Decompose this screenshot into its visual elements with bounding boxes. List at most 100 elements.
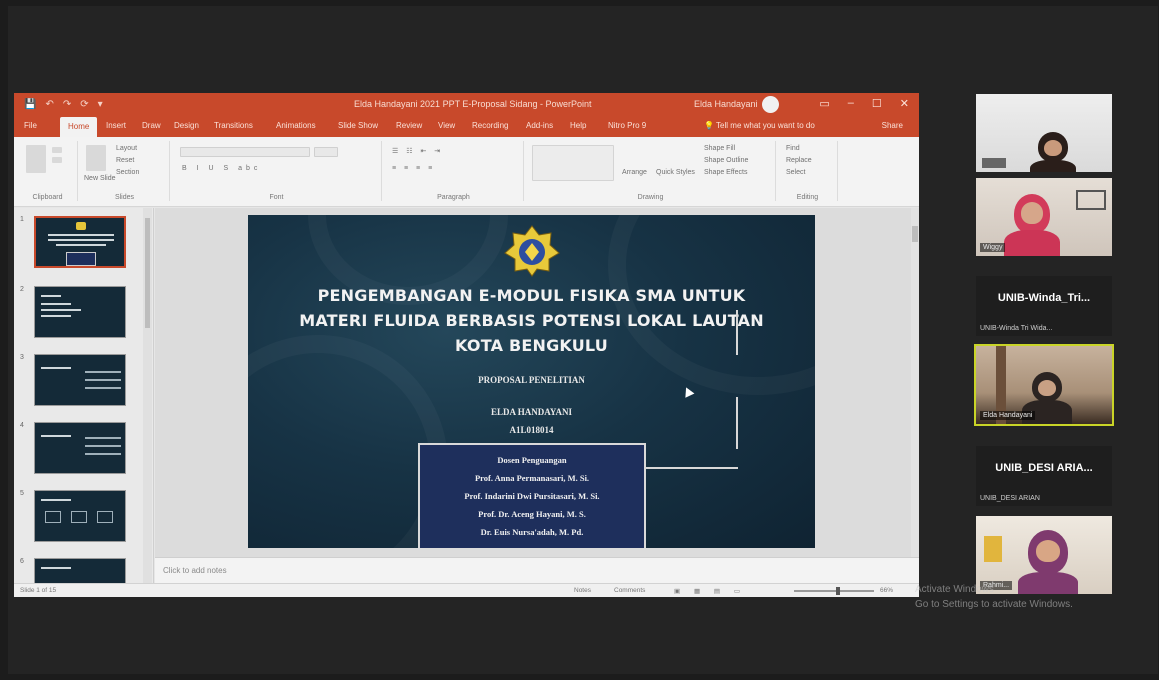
user-name[interactable]: Elda Handayani <box>694 99 758 109</box>
notes-button[interactable]: Notes <box>574 587 591 594</box>
undo-icon[interactable]: ↶ <box>45 99 53 110</box>
slide-scrollbar[interactable] <box>911 208 919 557</box>
section-button[interactable]: Section <box>116 169 139 176</box>
zoom-level[interactable]: 66% <box>880 587 893 594</box>
redo-icon[interactable]: ↷ <box>63 99 71 110</box>
replace-button[interactable]: Replace <box>786 157 812 164</box>
group-label-clipboard: Clipboard <box>32 194 63 201</box>
advisor-1: Prof. Anna Permanasari, M. Si. <box>474 473 590 483</box>
tab-design[interactable]: Design <box>174 121 199 130</box>
notes-placeholder: Click to add notes <box>163 566 227 575</box>
copy-icon[interactable] <box>52 157 62 163</box>
watermark-line-2: Go to Settings to activate Windows. <box>915 599 1073 610</box>
save-icon[interactable]: 💾 <box>24 99 36 110</box>
select-button[interactable]: Select <box>786 169 805 176</box>
tell-me-search[interactable]: 💡 Tell me what you want to do <box>704 121 815 130</box>
find-button[interactable]: Find <box>786 145 800 152</box>
view-buttons[interactable]: ▣ ▦ ▤ ▭ <box>674 587 746 595</box>
participant-tile-winda[interactable]: UNIB-Winda_Tri... UNIB-Winda Tri Wida... <box>976 276 1112 336</box>
mouse-cursor-icon <box>681 385 695 398</box>
tab-add-ins[interactable]: Add-ins <box>526 121 553 130</box>
slide-subtitle: PROPOSAL PENELITIAN <box>478 375 585 385</box>
watermark-line-1: Activate Windows <box>915 584 994 595</box>
user-avatar[interactable] <box>762 96 779 113</box>
font-name-select[interactable] <box>180 147 310 157</box>
font-format-buttons[interactable]: B I U S abc <box>182 165 261 172</box>
participant-name: Wiggy <box>980 243 1006 252</box>
window-controls: ▭ – ☐ ✕ <box>819 97 909 110</box>
shapes-gallery[interactable] <box>532 145 614 181</box>
advisors-box: Dosen Penguangan Prof. Anna Permanasari,… <box>418 443 646 548</box>
layout-button[interactable]: Layout <box>116 145 137 152</box>
share-button[interactable]: Share <box>882 121 903 130</box>
minimize-icon[interactable]: – <box>848 97 854 110</box>
group-label-slides: Slides <box>114 194 135 201</box>
participant-video-2[interactable]: Wiggy <box>976 178 1112 256</box>
tab-view[interactable]: View <box>438 121 455 130</box>
maximize-icon[interactable]: ☐ <box>872 97 882 110</box>
tab-help[interactable]: Help <box>570 121 586 130</box>
slide-author: ELDA HANDAYANI <box>490 407 573 417</box>
shape-effects-button[interactable]: Shape Effects <box>704 169 747 176</box>
thumb-number: 3 <box>20 354 24 361</box>
participant-display-name: UNIB_DESI ARIA... <box>995 462 1093 474</box>
align-buttons[interactable]: ≡ ≡ ≡ ≡ <box>392 165 435 172</box>
participant-name: Elda Handayani <box>980 411 1036 420</box>
thumbnails-scrollbar[interactable] <box>143 208 152 583</box>
tab-insert[interactable]: Insert <box>106 121 126 130</box>
participant-video-elda[interactable]: Elda Handayani <box>974 344 1114 426</box>
repeat-icon[interactable]: ⟳ <box>80 99 88 110</box>
ribbon-display-icon[interactable]: ▭ <box>819 97 829 110</box>
thumb-number: 4 <box>20 422 24 429</box>
customize-toolbar-icon[interactable]: ▾ <box>98 99 103 110</box>
slide-counter: Slide 1 of 15 <box>20 587 57 594</box>
tab-nitro[interactable]: Nitro Pro 9 <box>608 121 646 130</box>
thumb-number: 6 <box>20 558 24 565</box>
decor-line <box>736 310 738 355</box>
notes-pane[interactable]: Click to add notes <box>155 557 919 583</box>
comments-button[interactable]: Comments <box>614 587 645 594</box>
tab-draw[interactable]: Draw <box>142 121 161 130</box>
ribbon-group-clipboard: Clipboard <box>18 141 78 201</box>
slide-title: PENGEMBANGAN E-MODUL FISIKA SMA UNTUK MA… <box>299 286 764 355</box>
zoom-slider-knob[interactable] <box>836 587 840 595</box>
tab-animations[interactable]: Animations <box>276 121 316 130</box>
thumbnail-image <box>34 490 126 542</box>
font-size-select[interactable] <box>314 147 338 157</box>
powerpoint-window: 💾 ↶ ↷ ⟳ ▾ Elda Handayani 2021 PPT E-Prop… <box>14 93 919 597</box>
shape-outline-button[interactable]: Shape Outline <box>704 157 748 164</box>
new-slide-label[interactable]: New Slide <box>84 175 116 182</box>
tab-file[interactable]: File <box>24 121 37 130</box>
participant-display-name: UNIB-Winda_Tri... <box>997 292 1091 304</box>
paste-icon[interactable] <box>26 145 46 173</box>
shape-fill-button[interactable]: Shape Fill <box>704 145 735 152</box>
group-label-font: Font <box>269 194 284 201</box>
arrange-button[interactable]: Arrange <box>622 169 647 176</box>
advisor-3: Prof. Dr. Aceng Hayani, M. S. <box>478 509 586 519</box>
close-icon[interactable]: ✕ <box>900 97 909 110</box>
thumbnail-image <box>34 286 126 338</box>
slide-student-id: A1L018014 <box>509 425 554 435</box>
quick-access-toolbar: 💾 ↶ ↷ ⟳ ▾ <box>24 99 103 110</box>
tab-review[interactable]: Review <box>396 121 422 130</box>
tab-home[interactable]: Home <box>60 117 98 137</box>
group-label-paragraph: Paragraph <box>437 194 470 201</box>
quick-styles-button[interactable]: Quick Styles <box>656 169 695 176</box>
list-buttons[interactable]: ☰ ☷ ⇤ ⇥ <box>392 147 443 155</box>
activate-windows-watermark: Activate Windows Go to Settings to activ… <box>915 582 1073 612</box>
current-slide[interactable]: PENGEMBANGAN E-MODUL FISIKA SMA UNTUK MA… <box>248 215 815 548</box>
zoom-slider[interactable] <box>794 590 874 592</box>
participant-tile-desi[interactable]: UNIB_DESI ARIA... UNIB_DESI ARIAN <box>976 446 1112 506</box>
title-bar: 💾 ↶ ↷ ⟳ ▾ Elda Handayani 2021 PPT E-Prop… <box>14 93 919 117</box>
cut-icon[interactable] <box>52 147 62 153</box>
ribbon: Clipboard New Slide Layout Reset Section… <box>14 137 919 207</box>
tab-transitions[interactable]: Transitions <box>214 121 253 130</box>
advisors-heading: Dosen Penguangan <box>497 455 567 465</box>
ribbon-group-drawing: Arrange Quick Styles Shape Fill Shape Ou… <box>526 141 776 201</box>
advisor-4: Dr. Euis Nursa'adah, M. Pd. <box>480 527 584 537</box>
tab-slide-show[interactable]: Slide Show <box>338 121 378 130</box>
tab-recording[interactable]: Recording <box>472 121 508 130</box>
reset-button[interactable]: Reset <box>116 157 134 164</box>
participant-video-1[interactable] <box>976 94 1112 172</box>
new-slide-icon[interactable] <box>86 145 106 171</box>
